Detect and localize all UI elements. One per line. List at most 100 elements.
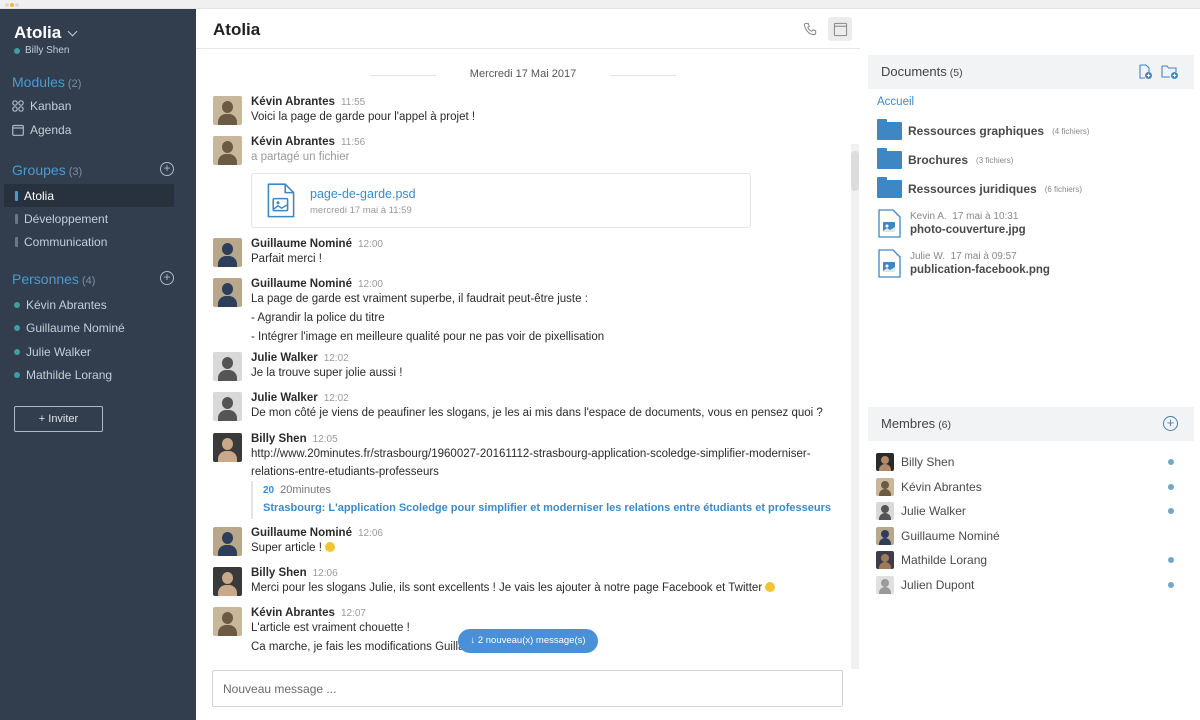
shared-file-date: mercredi 17 mai à 11:59 bbox=[310, 205, 412, 216]
sidebar-group-developpement[interactable]: Développement bbox=[4, 207, 174, 230]
member-item[interactable]: Julien Dupont bbox=[876, 575, 1176, 594]
online-status-icon bbox=[14, 325, 20, 331]
message-link[interactable]: http://www.20minutes.fr/strasbourg/19600… bbox=[251, 448, 811, 460]
invite-button[interactable]: + Inviter bbox=[14, 406, 103, 432]
smile-emoji bbox=[765, 582, 776, 592]
sidebar-item-agenda[interactable]: Agenda bbox=[12, 123, 71, 137]
message-author[interactable]: Billy Shen 12:05 bbox=[251, 433, 338, 445]
add-person-button[interactable]: + bbox=[160, 271, 174, 285]
folder-item[interactable]: Ressources juridiques (6 fichiers) bbox=[877, 177, 1082, 198]
member-avatar bbox=[876, 551, 894, 569]
file-item[interactable]: Julie W. 17 mai à 09:57 publication-face… bbox=[877, 249, 1050, 284]
new-messages-button[interactable]: ↓ 2 nouveau(x) message(s) bbox=[458, 629, 598, 653]
shared-file-card[interactable]: page-de-garde.psd mercredi 17 mai à 11:5… bbox=[251, 173, 751, 228]
message-author[interactable]: Julie Walker 12:02 bbox=[251, 392, 349, 404]
message-time: 12:07 bbox=[340, 608, 366, 619]
author-avatar[interactable] bbox=[213, 238, 242, 267]
members-count: (6) bbox=[938, 419, 952, 431]
window-close-dot[interactable] bbox=[5, 3, 9, 7]
online-status-icon bbox=[14, 372, 20, 378]
online-status-icon bbox=[1168, 459, 1174, 465]
member-item[interactable]: Julie Walker bbox=[876, 502, 1176, 520]
message-link[interactable]: relations-entre-etudiants-professeurs bbox=[251, 466, 439, 478]
message-author[interactable]: Guillaume Nominé 12:00 bbox=[251, 238, 383, 250]
window-panel-icon bbox=[833, 22, 847, 36]
file-item[interactable]: Kevin A. 17 mai à 10:31 photo-couverture… bbox=[877, 209, 1026, 244]
workspace-name: Atolia bbox=[14, 23, 62, 42]
message-text: De mon côté je viens de peaufiner les sl… bbox=[251, 407, 823, 419]
sidebar-group-atolia[interactable]: Atolia bbox=[4, 184, 174, 207]
sidebar: Atolia Billy Shen Modules (2) Kanban Agen… bbox=[0, 9, 196, 720]
message-author[interactable]: Kévin Abrantes 11:56 bbox=[251, 136, 365, 148]
window-minimize-dot[interactable] bbox=[10, 3, 14, 7]
add-folder-icon[interactable] bbox=[1161, 64, 1179, 80]
sidebar-person[interactable]: Mathilde Lorang bbox=[14, 368, 112, 382]
author-avatar[interactable] bbox=[213, 136, 242, 165]
person-name: Mathilde Lorang bbox=[26, 368, 113, 382]
sidebar-person[interactable]: Julie Walker bbox=[14, 345, 91, 359]
member-name: Guillaume Nominé bbox=[901, 528, 1000, 543]
member-name: Mathilde Lorang bbox=[901, 553, 988, 567]
message-text: a partagé un fichier bbox=[251, 151, 350, 163]
message-author[interactable]: Kévin Abrantes 11:55 bbox=[251, 96, 365, 108]
window-maximize-dot[interactable] bbox=[15, 3, 19, 7]
folder-name: Ressources juridiques bbox=[908, 182, 1037, 196]
author-avatar[interactable] bbox=[213, 607, 242, 636]
message-author[interactable]: Guillaume Nominé 12:00 bbox=[251, 278, 383, 290]
link-preview: 20 20minutes Strasbourg: L'application Sc… bbox=[251, 481, 831, 519]
member-item[interactable]: Guillaume Nominé bbox=[876, 526, 1176, 545]
call-button[interactable] bbox=[798, 17, 822, 41]
message-text: Merci pour les slogans Julie, ils sont e… bbox=[251, 582, 776, 594]
author-avatar[interactable] bbox=[213, 433, 242, 462]
online-status-icon bbox=[14, 349, 20, 355]
sidebar-item-kanban[interactable]: Kanban bbox=[12, 99, 71, 113]
author-avatar[interactable] bbox=[213, 278, 242, 307]
message-author[interactable]: Kévin Abrantes 12:07 bbox=[251, 607, 366, 619]
author-avatar[interactable] bbox=[213, 527, 242, 556]
message-time: 12:06 bbox=[312, 568, 338, 579]
workspace-switcher[interactable]: Atolia bbox=[14, 23, 78, 43]
sidebar-person[interactable]: Kévin Abrantes bbox=[14, 298, 107, 312]
folder-item[interactable]: Ressources graphiques (4 fichiers) bbox=[877, 119, 1089, 140]
chat-panel: Atolia Mercredi 17 Mai 2017 Kévin Abrant… bbox=[196, 9, 860, 720]
member-avatar bbox=[876, 502, 894, 520]
add-member-button[interactable]: + bbox=[1163, 416, 1178, 431]
scrollbar-track[interactable] bbox=[851, 144, 859, 669]
author-avatar[interactable] bbox=[213, 96, 242, 125]
shared-file-name[interactable]: page-de-garde.psd bbox=[310, 187, 416, 201]
member-avatar bbox=[876, 477, 894, 496]
scrollbar-thumb[interactable] bbox=[851, 151, 859, 191]
sidebar-person[interactable]: Guillaume Nominé bbox=[14, 321, 125, 335]
file-name: publication-facebook.png bbox=[910, 264, 1050, 276]
sidebar-group-communication[interactable]: Communication bbox=[4, 230, 174, 253]
message-input[interactable] bbox=[212, 670, 843, 707]
author-avatar[interactable] bbox=[213, 352, 242, 381]
online-status-icon bbox=[14, 47, 20, 54]
person-name: Guillaume Nominé bbox=[26, 321, 125, 335]
message-author[interactable]: Billy Shen 12:06 bbox=[251, 567, 338, 579]
message-author[interactable]: Julie Walker 12:02 bbox=[251, 352, 349, 364]
add-file-icon[interactable] bbox=[1138, 64, 1153, 80]
preview-title-link[interactable]: Strasbourg: L'application Scoledge pour … bbox=[263, 502, 831, 514]
message-time: 11:55 bbox=[340, 97, 366, 108]
documents-count: (5) bbox=[949, 67, 963, 79]
online-status-icon bbox=[1168, 581, 1174, 588]
author-avatar[interactable] bbox=[213, 392, 242, 421]
sidebar-item-label: Kanban bbox=[30, 99, 72, 113]
online-status-icon bbox=[1168, 508, 1174, 514]
add-group-button[interactable]: + bbox=[160, 162, 174, 176]
member-avatar bbox=[876, 575, 894, 594]
author-avatar[interactable] bbox=[213, 567, 242, 596]
member-item[interactable]: Kévin Abrantes bbox=[876, 477, 1176, 496]
preview-source: 20 20minutes bbox=[263, 484, 331, 496]
folder-item[interactable]: Brochures (3 fichiers) bbox=[877, 148, 1013, 169]
people-section-title: Personnes (4) bbox=[12, 271, 96, 287]
breadcrumb-home[interactable]: Accueil bbox=[877, 96, 914, 108]
image-file-icon bbox=[267, 183, 295, 218]
source-logo-icon: 20 bbox=[263, 484, 275, 496]
member-item[interactable]: Mathilde Lorang bbox=[876, 551, 1176, 569]
members-title: Membres bbox=[881, 416, 936, 431]
message-author[interactable]: Guillaume Nominé 12:06 bbox=[251, 527, 383, 539]
member-item[interactable]: Billy Shen bbox=[876, 453, 1176, 471]
toggle-panel-button[interactable] bbox=[828, 17, 852, 41]
